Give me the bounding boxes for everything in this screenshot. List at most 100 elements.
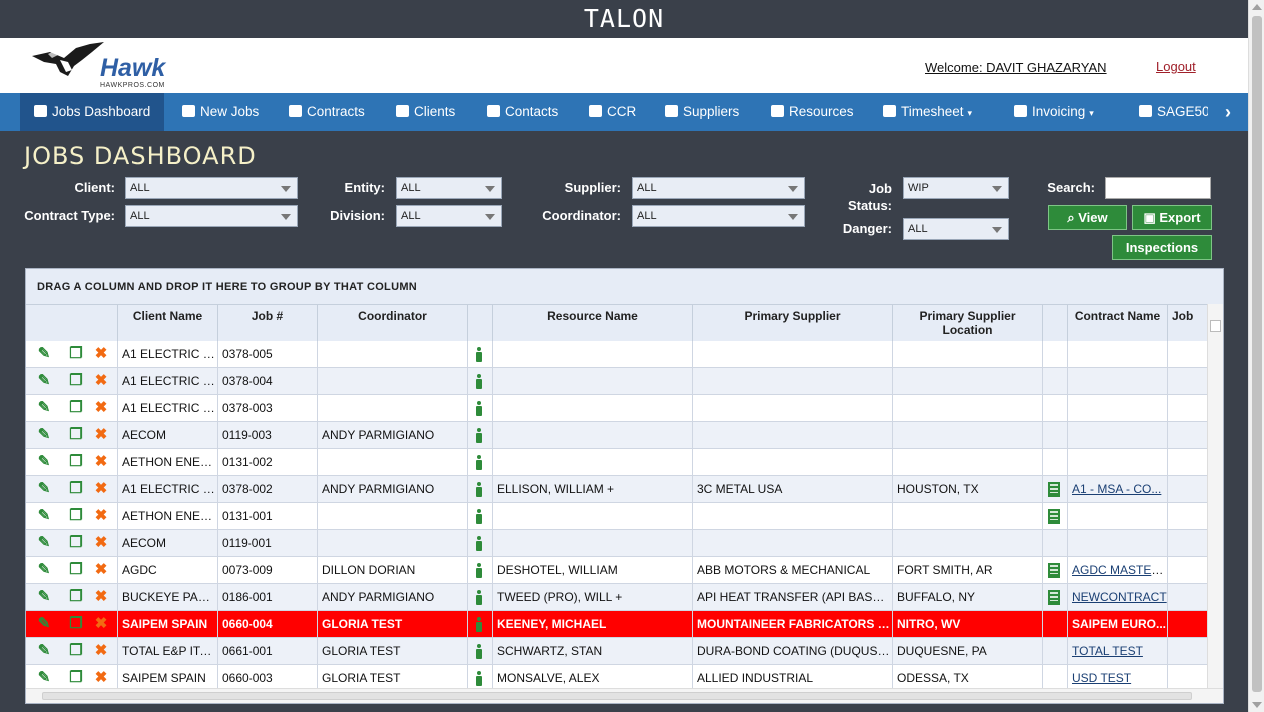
contract-link[interactable]: AGDC MASTER... bbox=[1072, 563, 1167, 577]
table-row[interactable]: ✎ ❐ ✖ A1 ELECTRIC S... 0378-003 bbox=[26, 395, 1207, 422]
table-row[interactable]: ✎ ❐ ✖ SAIPEM SPAIN 0660-003 GLORIA TEST MONSAL… bbox=[26, 665, 1207, 688]
copy-icon[interactable]: ❐ bbox=[68, 589, 84, 605]
delete-icon[interactable]: ✖ bbox=[93, 454, 109, 470]
person-icon[interactable] bbox=[476, 617, 482, 632]
search-input[interactable] bbox=[1105, 177, 1211, 199]
grid-horizontal-scrollbar[interactable] bbox=[26, 688, 1223, 703]
copy-icon[interactable]: ❐ bbox=[68, 427, 84, 443]
copy-icon[interactable]: ❐ bbox=[68, 454, 84, 470]
group-by-dropzone[interactable]: DRAG A COLUMN AND DROP IT HERE TO GROUP … bbox=[26, 269, 1223, 304]
nav-clients[interactable]: Clients bbox=[396, 93, 455, 131]
edit-icon[interactable]: ✎ bbox=[36, 481, 52, 497]
table-row[interactable]: ✎ ❐ ✖ TOTAL E&P ITA... 0661-001 GLORIA TEST SC… bbox=[26, 638, 1207, 665]
coordinator-select[interactable]: ALL bbox=[632, 205, 805, 227]
delete-icon[interactable]: ✖ bbox=[93, 508, 109, 524]
person-icon[interactable] bbox=[476, 509, 482, 524]
delete-icon[interactable]: ✖ bbox=[93, 535, 109, 551]
danger-select[interactable]: ALL bbox=[903, 218, 1009, 240]
nav-suppliers[interactable]: Suppliers bbox=[665, 93, 739, 131]
table-row[interactable]: ✎ ❐ ✖ A1 ELECTRIC S... 0378-002 ANDY PARMIGIA… bbox=[26, 476, 1207, 503]
person-icon[interactable] bbox=[476, 563, 482, 578]
page-scroll-thumb[interactable] bbox=[1252, 16, 1262, 692]
grid-scroll-thumb[interactable] bbox=[1210, 320, 1221, 332]
building-icon[interactable] bbox=[1048, 482, 1060, 497]
delete-icon[interactable]: ✖ bbox=[93, 427, 109, 443]
copy-icon[interactable]: ❐ bbox=[68, 562, 84, 578]
column-header-coordinator[interactable]: Coordinator bbox=[317, 305, 467, 341]
nav-contracts[interactable]: Contracts bbox=[289, 93, 365, 131]
edit-icon[interactable]: ✎ bbox=[36, 427, 52, 443]
person-icon[interactable] bbox=[476, 374, 482, 389]
view-button[interactable]: ⌕ View bbox=[1048, 205, 1127, 230]
delete-icon[interactable]: ✖ bbox=[93, 562, 109, 578]
person-icon[interactable] bbox=[476, 428, 482, 443]
copy-icon[interactable]: ❐ bbox=[68, 643, 84, 659]
edit-icon[interactable]: ✎ bbox=[36, 454, 52, 470]
nav-next-icon[interactable]: › bbox=[1208, 93, 1248, 131]
table-row[interactable]: ✎ ❐ ✖ AETHON ENER... 0131-002 bbox=[26, 449, 1207, 476]
nav-jobs-dashboard[interactable]: Jobs Dashboard bbox=[20, 93, 165, 131]
contract-link[interactable]: SAIPEM EURO... bbox=[1072, 617, 1166, 631]
nav-sage50[interactable]: SAGE50 bbox=[1139, 93, 1210, 131]
division-select[interactable]: ALL bbox=[396, 205, 502, 227]
table-row[interactable]: ✎ ❐ ✖ BUCKEYE PART... 0186-001 ANDY PARMIGIAN… bbox=[26, 584, 1207, 611]
column-header-contract-name[interactable]: Contract Name bbox=[1067, 305, 1167, 341]
person-icon[interactable] bbox=[476, 482, 482, 497]
edit-icon[interactable]: ✎ bbox=[36, 643, 52, 659]
person-icon[interactable] bbox=[476, 671, 482, 686]
grid-hscroll-thumb[interactable] bbox=[42, 692, 1192, 700]
table-row[interactable]: ✎ ❐ ✖ SAIPEM SPAIN 0660-004 GLORIA TEST KEENEY… bbox=[26, 611, 1207, 638]
table-row[interactable]: ✎ ❐ ✖ AECOM 0119-001 bbox=[26, 530, 1207, 557]
table-row[interactable]: ✎ ❐ ✖ A1 ELECTRIC S... 0378-004 bbox=[26, 368, 1207, 395]
nav-resources[interactable]: Resources bbox=[771, 93, 854, 131]
copy-icon[interactable]: ❐ bbox=[68, 616, 84, 632]
nav-new-jobs[interactable]: New Jobs bbox=[182, 93, 259, 131]
edit-icon[interactable]: ✎ bbox=[36, 616, 52, 632]
copy-icon[interactable]: ❐ bbox=[68, 373, 84, 389]
column-header-supplier-location[interactable]: Primary Supplier Location bbox=[892, 305, 1042, 341]
column-header-job[interactable]: Job bbox=[1167, 305, 1207, 341]
page-scrollbar[interactable] bbox=[1248, 0, 1264, 712]
building-icon[interactable] bbox=[1048, 590, 1060, 605]
scroll-down-icon[interactable] bbox=[1252, 702, 1262, 708]
edit-icon[interactable]: ✎ bbox=[36, 670, 52, 686]
copy-icon[interactable]: ❐ bbox=[68, 508, 84, 524]
delete-icon[interactable]: ✖ bbox=[93, 346, 109, 362]
client-select[interactable]: ALL bbox=[125, 177, 298, 199]
contract-link[interactable]: USD TEST bbox=[1072, 671, 1131, 685]
person-icon[interactable] bbox=[476, 590, 482, 605]
logout-link[interactable]: Logout bbox=[1156, 59, 1196, 74]
contract-link[interactable]: NEWCONTRACT bbox=[1072, 590, 1167, 604]
contract-link[interactable]: A1 - MSA - CO... bbox=[1072, 482, 1161, 496]
person-icon[interactable] bbox=[476, 455, 482, 470]
contract-link[interactable]: TOTAL TEST bbox=[1072, 644, 1143, 658]
edit-icon[interactable]: ✎ bbox=[36, 508, 52, 524]
entity-select[interactable]: ALL bbox=[396, 177, 502, 199]
column-header-job-number[interactable]: Job # bbox=[217, 305, 317, 341]
building-icon[interactable] bbox=[1048, 509, 1060, 524]
inspections-button[interactable]: Inspections bbox=[1112, 235, 1212, 260]
copy-icon[interactable]: ❐ bbox=[68, 535, 84, 551]
delete-icon[interactable]: ✖ bbox=[93, 643, 109, 659]
supplier-select[interactable]: ALL bbox=[632, 177, 805, 199]
welcome-user-link[interactable]: Welcome: DAVIT GHAZARYAN bbox=[925, 60, 1107, 75]
person-icon[interactable] bbox=[476, 536, 482, 551]
table-row[interactable]: ✎ ❐ ✖ AETHON ENER... 0131-001 bbox=[26, 503, 1207, 530]
nav-contacts[interactable]: Contacts bbox=[487, 93, 558, 131]
column-header-resource-name[interactable]: Resource Name bbox=[492, 305, 692, 341]
nav-ccr[interactable]: CCR bbox=[589, 93, 636, 131]
nav-invoicing[interactable]: Invoicing ▾ bbox=[1014, 93, 1094, 131]
table-row[interactable]: ✎ ❐ ✖ A1 ELECTRIC S... 0378-005 bbox=[26, 341, 1207, 368]
delete-icon[interactable]: ✖ bbox=[93, 481, 109, 497]
column-header-primary-supplier[interactable]: Primary Supplier bbox=[692, 305, 892, 341]
copy-icon[interactable]: ❐ bbox=[68, 400, 84, 416]
grid-vertical-scrollbar[interactable] bbox=[1207, 304, 1223, 688]
edit-icon[interactable]: ✎ bbox=[36, 562, 52, 578]
person-icon[interactable] bbox=[476, 401, 482, 416]
delete-icon[interactable]: ✖ bbox=[93, 373, 109, 389]
column-header-client-name[interactable]: Client Name bbox=[117, 305, 217, 341]
edit-icon[interactable]: ✎ bbox=[36, 400, 52, 416]
building-icon[interactable] bbox=[1048, 563, 1060, 578]
person-icon[interactable] bbox=[476, 644, 482, 659]
copy-icon[interactable]: ❐ bbox=[68, 481, 84, 497]
